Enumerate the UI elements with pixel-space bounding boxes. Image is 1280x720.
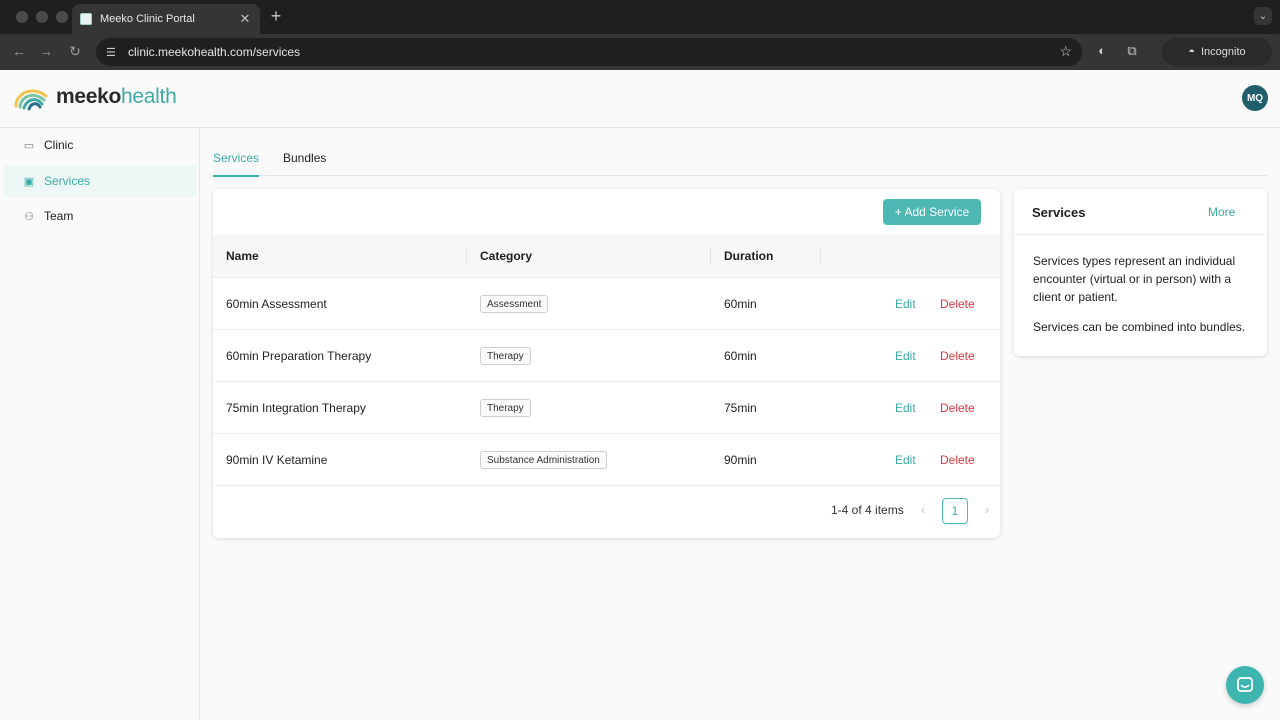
table-row: 60min Preparation Therapy Therapy 60min …: [213, 330, 1000, 382]
delete-link[interactable]: Delete: [940, 349, 975, 363]
table-row: 90min IV Ketamine Substance Administrati…: [213, 434, 1000, 486]
table-header: Name Category Duration: [213, 234, 1000, 278]
page-number-button[interactable]: 1: [942, 498, 968, 524]
service-name: 75min Integration Therapy: [226, 401, 366, 415]
minimize-window-button[interactable]: [36, 11, 48, 23]
app-header: meekohealth MQ: [0, 70, 1280, 128]
column-divider: [466, 246, 467, 266]
back-arrow-icon[interactable]: ←: [10, 43, 28, 59]
incognito-indicator[interactable]: ◓ Incognito: [1162, 38, 1272, 66]
logo-text-meeko: meeko: [56, 85, 122, 108]
sidebar-item-label: Clinic: [44, 138, 74, 152]
delete-link[interactable]: Delete: [940, 453, 975, 467]
column-divider: [820, 246, 821, 266]
sidebar-item-label: Services: [44, 174, 91, 188]
team-icon: ⚇: [24, 210, 34, 223]
chevron-left-icon[interactable]: ‹: [916, 502, 930, 517]
service-duration: 60min: [724, 349, 757, 363]
add-service-button[interactable]: + Add Service: [883, 199, 981, 225]
sidebar-item-label: Team: [44, 209, 74, 223]
incognito-icon: ◓: [1188, 46, 1195, 58]
delete-link[interactable]: Delete: [940, 401, 975, 415]
column-divider: [710, 246, 711, 266]
tab-bundles[interactable]: Bundles: [283, 151, 326, 175]
service-duration: 75min: [724, 401, 757, 415]
close-window-button[interactable]: [16, 11, 28, 23]
edit-link[interactable]: Edit: [895, 349, 916, 363]
extension-icon[interactable]: ◐: [1094, 43, 1110, 58]
more-link[interactable]: More: [1208, 205, 1235, 219]
sidebar-item-team[interactable]: ⚇ Team: [4, 200, 196, 232]
category-tag: Therapy: [480, 347, 531, 365]
panel-title: Services: [1032, 205, 1086, 220]
medical-bag-icon: ▣: [23, 175, 35, 188]
incognito-label: Incognito: [1201, 46, 1246, 58]
sidebar-item-services[interactable]: ▣ Services: [4, 165, 196, 197]
content-tabs: Services Bundles: [213, 142, 1268, 177]
service-name: 60min Assessment: [226, 297, 327, 311]
forward-arrow-icon[interactable]: →: [37, 43, 55, 59]
service-name: 60min Preparation Therapy: [226, 349, 372, 363]
sidebar-item-clinic[interactable]: ▭ Clinic: [4, 129, 196, 161]
column-header-category: Category: [480, 249, 533, 263]
browser-tab-strip: Meeko Clinic Portal ✕ + ⌄: [0, 0, 1280, 34]
window-controls: [16, 11, 68, 23]
favicon-icon: [80, 13, 92, 25]
panel-note: Services can be combined into bundles.: [1033, 320, 1246, 334]
table-row: 75min Integration Therapy Therapy 75min …: [213, 382, 1000, 434]
tab-search-chevron-icon[interactable]: ⌄: [1254, 7, 1272, 25]
reload-icon[interactable]: ↻: [66, 43, 84, 60]
chevron-right-icon[interactable]: ›: [980, 502, 994, 517]
category-tag: Therapy: [480, 399, 531, 417]
tab-title: Meeko Clinic Portal: [100, 13, 195, 25]
logo-mark-icon: [14, 89, 48, 111]
service-duration: 90min: [724, 453, 757, 467]
meeko-logo[interactable]: meekohealth: [12, 82, 177, 112]
category-tag: Substance Administration: [480, 451, 607, 469]
browser-tab[interactable]: Meeko Clinic Portal ✕: [72, 4, 260, 34]
table-row: 60min Assessment Assessment 60min Edit D…: [213, 278, 1000, 330]
chat-icon: [1237, 677, 1253, 692]
edit-link[interactable]: Edit: [895, 297, 916, 311]
sidebar: ▭ Clinic ▣ Services ⚇ Team: [0, 128, 200, 720]
puzzle-icon[interactable]: ⧉: [1124, 43, 1140, 59]
address-bar[interactable]: ☰ clinic.meekohealth.com/services ☆: [96, 38, 1082, 66]
panel-description: Services types represent an individual e…: [1033, 254, 1236, 304]
column-header-name: Name: [226, 249, 259, 263]
maximize-window-button[interactable]: [56, 11, 68, 23]
pagination-summary: 1-4 of 4 items: [831, 503, 904, 517]
tab-close-icon[interactable]: ✕: [238, 11, 252, 27]
edit-link[interactable]: Edit: [895, 401, 916, 415]
category-tag: Assessment: [480, 295, 549, 313]
store-icon: ▭: [23, 139, 35, 152]
logo-text-health: health: [121, 85, 177, 108]
column-header-duration: Duration: [724, 249, 774, 263]
url-text[interactable]: clinic.meekohealth.com/services: [128, 45, 300, 59]
services-card: + Add Service Name Category Duration 60m…: [213, 189, 1000, 538]
tab-services[interactable]: Services: [213, 151, 260, 177]
new-tab-button[interactable]: +: [268, 6, 284, 27]
edit-link[interactable]: Edit: [895, 453, 916, 467]
service-name: 90min IV Ketamine: [226, 453, 328, 467]
services-info-panel: Services More Services types represent a…: [1014, 189, 1267, 356]
browser-toolbar: ← → ↻ ☰ clinic.meekohealth.com/services …: [0, 34, 1280, 70]
service-duration: 60min: [724, 297, 757, 311]
divider: [1014, 234, 1267, 235]
delete-link[interactable]: Delete: [940, 297, 975, 311]
bookmark-star-icon[interactable]: ☆: [1059, 43, 1072, 60]
site-settings-icon[interactable]: ☰: [106, 46, 120, 59]
chat-support-button[interactable]: [1226, 666, 1264, 704]
user-avatar[interactable]: MQ: [1242, 85, 1268, 111]
